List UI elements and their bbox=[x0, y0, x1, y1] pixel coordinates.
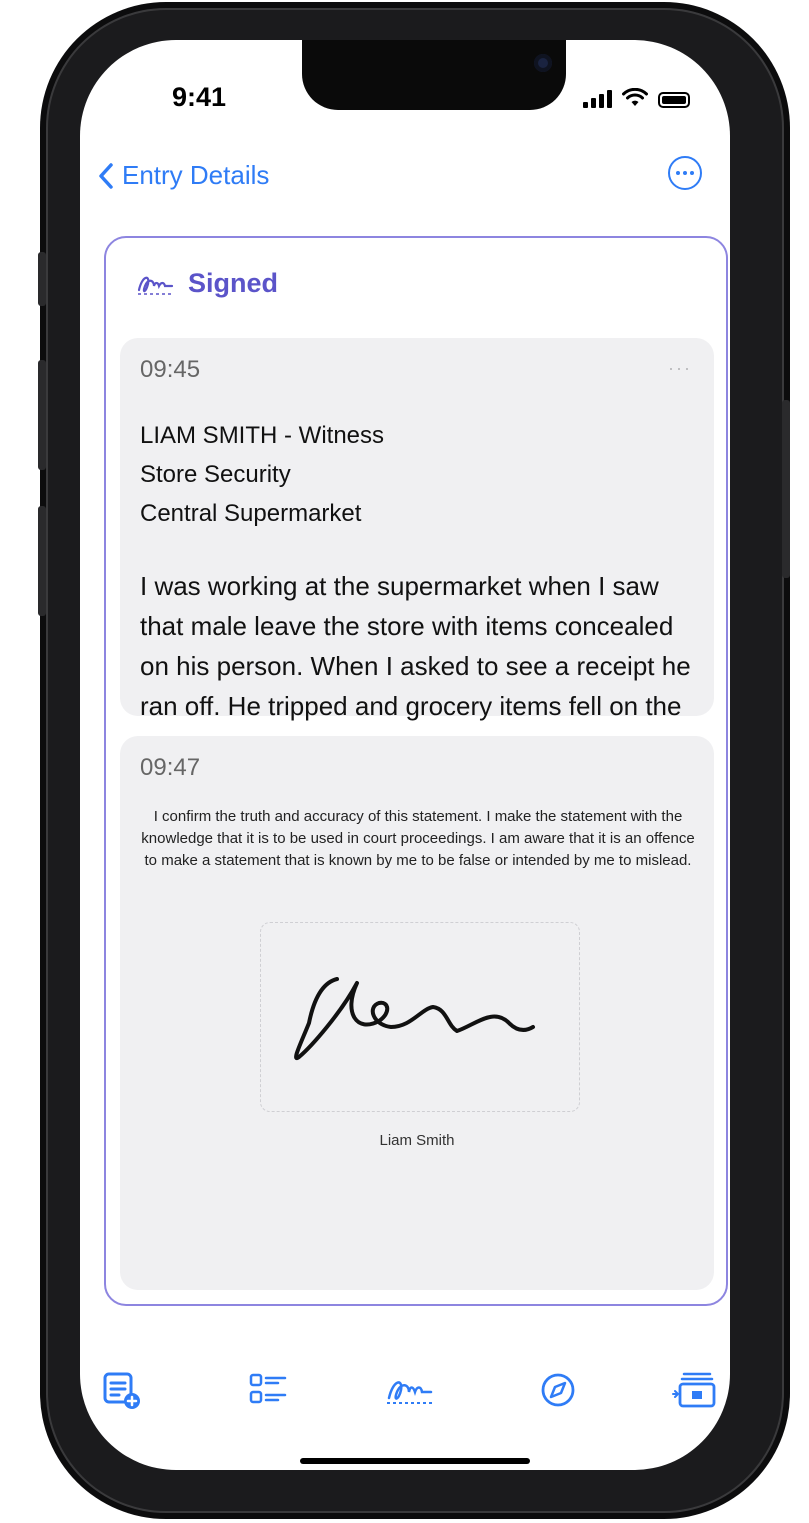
compass-icon[interactable] bbox=[538, 1370, 578, 1410]
signal-icon bbox=[583, 90, 612, 108]
signature-box bbox=[260, 922, 580, 1112]
back-label: Entry Details bbox=[122, 160, 270, 190]
checklist-icon[interactable] bbox=[248, 1370, 288, 1410]
mute-switch bbox=[38, 252, 46, 306]
entry-time: 09:45 bbox=[140, 356, 201, 383]
entry-card: Signed 09:45 ··· LIAM SMITH - Witness St… bbox=[104, 236, 728, 1306]
bottom-toolbar bbox=[80, 1370, 730, 1430]
declaration-text: I confirm the truth and accuracy of this… bbox=[141, 808, 695, 869]
witness-name: LIAM SMITH - Witness bbox=[140, 422, 385, 449]
add-note-icon[interactable] bbox=[102, 1370, 142, 1410]
wifi-icon bbox=[622, 88, 648, 106]
status-time: 9:41 bbox=[172, 82, 227, 112]
screen: 9:41 Entry Details Signed 09:45 ··· LIAM… bbox=[80, 40, 730, 1470]
entry-time: 09:47 bbox=[140, 754, 201, 781]
back-button[interactable]: Entry Details bbox=[98, 160, 269, 191]
status-icons bbox=[583, 88, 690, 108]
handwritten-signature bbox=[294, 977, 535, 1061]
signature-icon bbox=[137, 276, 174, 295]
camera-icon bbox=[534, 54, 552, 72]
signature-tab-icon[interactable] bbox=[385, 1370, 435, 1410]
power-button bbox=[782, 400, 790, 578]
signatory-name: Liam Smith bbox=[379, 1132, 455, 1149]
entry-more-icon[interactable]: ··· bbox=[668, 358, 692, 379]
chevron-left-icon bbox=[99, 162, 113, 189]
witness-role: Store Security bbox=[140, 461, 291, 488]
statement-entry[interactable]: 09:45 ··· LIAM SMITH - Witness Store Sec… bbox=[120, 338, 714, 761]
notch bbox=[302, 40, 566, 110]
battery-icon bbox=[658, 92, 690, 108]
home-indicator[interactable] bbox=[300, 1458, 530, 1464]
signed-badge: Signed bbox=[136, 268, 278, 299]
signature-entry[interactable]: 09:47 I confirm the truth and accuracy o… bbox=[120, 736, 714, 1290]
volume-up-button bbox=[38, 360, 46, 470]
signed-label: Signed bbox=[188, 268, 279, 298]
presentation-icon[interactable] bbox=[672, 1370, 718, 1410]
witness-location: Central Supermarket bbox=[140, 500, 362, 527]
more-options-button[interactable] bbox=[668, 156, 702, 190]
witness-details: LIAM SMITH - Witness Store Security Cent… bbox=[140, 416, 384, 533]
volume-down-button bbox=[38, 506, 46, 616]
